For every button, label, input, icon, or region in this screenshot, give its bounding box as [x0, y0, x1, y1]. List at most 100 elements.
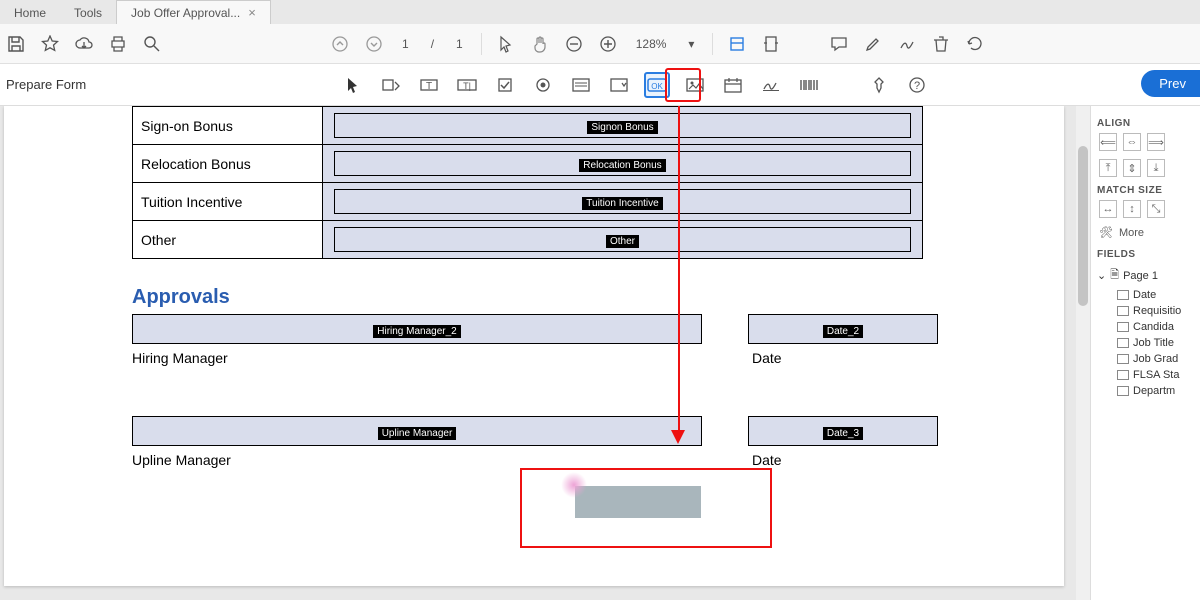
page-up-icon[interactable]: [330, 34, 350, 54]
refresh-icon[interactable]: [965, 34, 985, 54]
page-down-icon[interactable]: [364, 34, 384, 54]
form-field[interactable]: Other: [323, 221, 923, 259]
pointer-icon[interactable]: [496, 34, 516, 54]
row-label: Relocation Bonus: [133, 145, 323, 183]
help-icon[interactable]: ?: [904, 72, 930, 98]
tab-home[interactable]: Home: [0, 2, 60, 24]
scrollbar-thumb[interactable]: [1078, 146, 1088, 306]
field-label: Hiring Manager: [132, 350, 228, 366]
pin-icon[interactable]: [866, 72, 892, 98]
new-button-field[interactable]: [575, 486, 701, 518]
search-icon[interactable]: [142, 34, 162, 54]
tree-field-item[interactable]: Requisitio: [1095, 303, 1196, 319]
date-field-icon[interactable]: [720, 72, 746, 98]
document-workspace: Sign-on Bonus Signon Bonus Relocation Bo…: [0, 106, 1090, 600]
hand-icon[interactable]: [530, 34, 550, 54]
match-height-icon[interactable]: ↕: [1123, 200, 1141, 218]
svg-text:OK: OK: [651, 82, 663, 91]
field-tag: Date_2: [823, 325, 863, 338]
barcode-icon[interactable]: [796, 72, 822, 98]
delete-icon[interactable]: [931, 34, 951, 54]
svg-text:?: ?: [914, 80, 920, 92]
form-field[interactable]: Signon Bonus: [323, 107, 923, 145]
tree-field-item[interactable]: Departm: [1095, 383, 1196, 399]
hiring-manager-field[interactable]: Hiring Manager_2: [132, 314, 702, 344]
tree-field-label: Job Grad: [1133, 353, 1178, 365]
main-toolbar: 1 / 1 128% ▾: [0, 24, 1200, 64]
tree-field-item[interactable]: Candida: [1095, 319, 1196, 335]
page-current[interactable]: 1: [398, 37, 413, 51]
align-middle-icon[interactable]: ⇕: [1123, 159, 1141, 177]
tree-field-label: Job Title: [1133, 337, 1174, 349]
fields-tree: ⌄ 🗎 Page 1 Date Requisitio Candida Job T…: [1095, 264, 1196, 399]
radio-icon[interactable]: [530, 72, 556, 98]
tree-field-item[interactable]: FLSA Sta: [1095, 367, 1196, 383]
vertical-scrollbar[interactable]: [1076, 106, 1090, 600]
tree-field-label: Requisitio: [1133, 305, 1181, 317]
checkbox-icon[interactable]: [492, 72, 518, 98]
tab-tools[interactable]: Tools: [60, 2, 116, 24]
zoom-in-icon[interactable]: [598, 34, 618, 54]
text-field-multi-icon[interactable]: T|: [454, 72, 480, 98]
tree-page-node[interactable]: ⌄ 🗎 Page 1: [1095, 264, 1196, 287]
upline-manager-field[interactable]: Upline Manager: [132, 416, 702, 446]
annotation-arrow-head: [671, 430, 685, 444]
fit-page-icon[interactable]: [761, 34, 781, 54]
more-button[interactable]: 🛠 More: [1099, 226, 1196, 239]
tree-field-label: Departm: [1133, 385, 1175, 397]
highlight-icon[interactable]: [863, 34, 883, 54]
form-field[interactable]: Tuition Incentive: [323, 183, 923, 221]
wrench-icon: 🛠: [1099, 226, 1113, 239]
field-icon: [1117, 306, 1129, 316]
field-tag: Relocation Bonus: [579, 159, 665, 172]
button-field-icon[interactable]: OK: [644, 72, 670, 98]
tree-page-label: Page 1: [1123, 270, 1158, 282]
cloud-icon[interactable]: [74, 34, 94, 54]
date3-field[interactable]: Date_3: [748, 416, 938, 446]
row-label: Sign-on Bonus: [133, 107, 323, 145]
field-tag: Date_3: [823, 427, 863, 440]
listbox-icon[interactable]: [568, 72, 594, 98]
save-icon[interactable]: [6, 34, 26, 54]
align-bottom-icon[interactable]: ⤓: [1147, 159, 1165, 177]
tree-field-item[interactable]: Job Title: [1095, 335, 1196, 351]
fit-width-icon[interactable]: [727, 34, 747, 54]
zoom-out-icon[interactable]: [564, 34, 584, 54]
edit-tool-icon[interactable]: [378, 72, 404, 98]
more-label: More: [1119, 227, 1144, 239]
date2-field[interactable]: Date_2: [748, 314, 938, 344]
match-both-icon[interactable]: ⤡: [1147, 200, 1165, 218]
tab-document[interactable]: Job Offer Approval... ×: [116, 0, 271, 24]
bonus-table: Sign-on Bonus Signon Bonus Relocation Bo…: [132, 106, 923, 259]
preview-button[interactable]: Prev: [1141, 70, 1200, 97]
image-field-icon[interactable]: [682, 72, 708, 98]
panel-heading-fields: FIELDS: [1097, 249, 1196, 260]
field-tag: Upline Manager: [378, 427, 457, 440]
select-tool-icon[interactable]: [340, 72, 366, 98]
zoom-dropdown-icon[interactable]: ▾: [684, 37, 698, 51]
dropdown-icon[interactable]: [606, 72, 632, 98]
panel-heading-match: MATCH SIZE: [1097, 185, 1196, 196]
align-right-icon[interactable]: ⟹: [1147, 133, 1165, 151]
comment-icon[interactable]: [829, 34, 849, 54]
form-field[interactable]: Relocation Bonus: [323, 145, 923, 183]
tree-field-label: Date: [1133, 289, 1156, 301]
field-label: Date: [752, 452, 782, 468]
align-left-icon[interactable]: ⟸: [1099, 133, 1117, 151]
close-icon[interactable]: ×: [248, 5, 256, 20]
svg-text:T: T: [426, 81, 432, 92]
zoom-level[interactable]: 128%: [632, 37, 671, 51]
align-top-icon[interactable]: ⤒: [1099, 159, 1117, 177]
svg-text:T|: T|: [463, 81, 471, 91]
signature-field-icon[interactable]: [758, 72, 784, 98]
chevron-down-icon: ⌄: [1097, 269, 1106, 282]
star-icon[interactable]: [40, 34, 60, 54]
text-field-icon[interactable]: T: [416, 72, 442, 98]
tree-field-item[interactable]: Date: [1095, 287, 1196, 303]
print-icon[interactable]: [108, 34, 128, 54]
prepare-form-toolbar: Prepare Form T T| OK ? Prev: [0, 64, 1200, 106]
sign-icon[interactable]: [897, 34, 917, 54]
align-center-icon[interactable]: ⇔: [1123, 133, 1141, 151]
tree-field-item[interactable]: Job Grad: [1095, 351, 1196, 367]
match-width-icon[interactable]: ↔: [1099, 200, 1117, 218]
